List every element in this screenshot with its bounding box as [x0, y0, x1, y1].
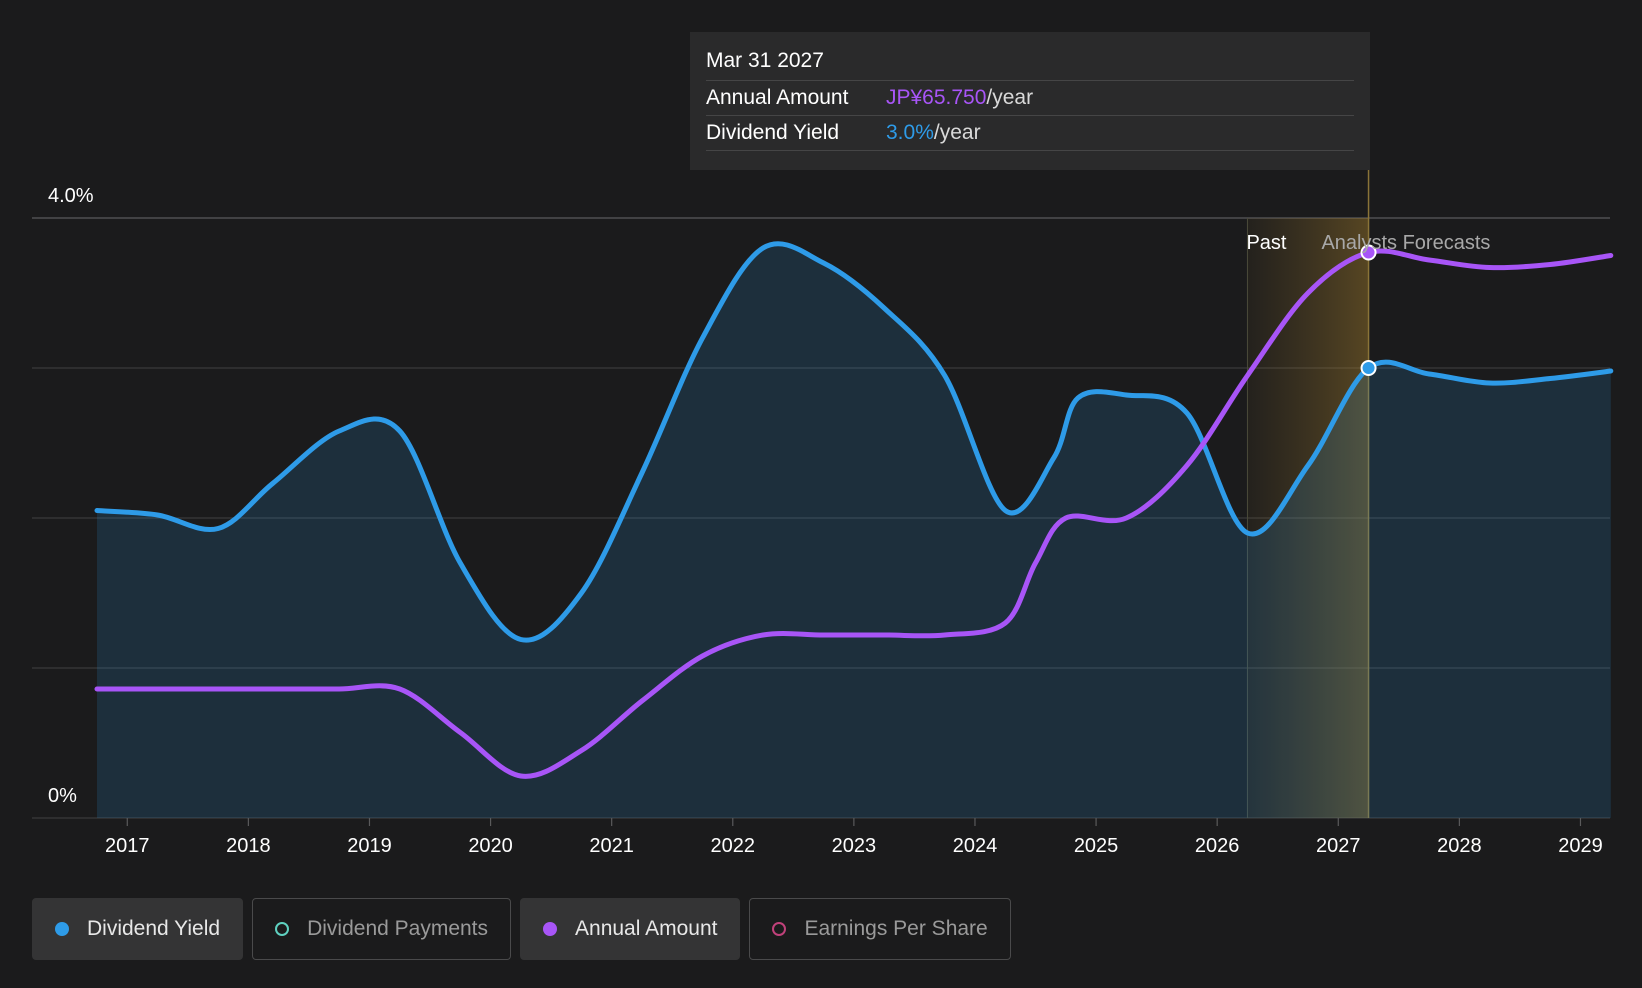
past-label: Past — [1246, 232, 1286, 254]
legend-ring-icon — [275, 922, 290, 936]
legend-earnings-per-share[interactable]: Earnings Per Share — [749, 898, 1011, 960]
legend-dividend-payments[interactable]: Dividend Payments — [252, 898, 512, 960]
xtick-label: 2022 — [711, 835, 756, 857]
legend-dot-icon — [55, 922, 69, 936]
legend-label: Dividend Payments — [307, 917, 489, 940]
tooltip-value: 3.0% — [886, 121, 934, 144]
tooltip-unit: /year — [986, 86, 1034, 109]
xtick-label: 2020 — [468, 835, 513, 857]
xtick-label: 2029 — [1558, 835, 1603, 857]
xtick-label: 2027 — [1316, 835, 1361, 857]
legend-label: Annual Amount — [575, 917, 718, 940]
xtick-label: 2017 — [105, 835, 150, 857]
xtick-label: 2021 — [589, 835, 634, 857]
chart-tooltip: Mar 31 2027 Annual Amount JP¥65.750 /yea… — [690, 32, 1370, 170]
xtick-label: 2023 — [832, 835, 877, 857]
legend-label: Dividend Yield — [87, 917, 221, 940]
xtick-label: 2018 — [226, 835, 271, 857]
tooltip-row-annual-amount: Annual Amount JP¥65.750 /year — [706, 81, 1354, 116]
xtick-label: 2026 — [1195, 835, 1240, 857]
dividend-yield-marker — [1360, 360, 1377, 376]
tooltip-label: Annual Amount — [706, 86, 849, 109]
xtick-label: 2028 — [1437, 835, 1482, 857]
area-layer — [97, 243, 1611, 818]
forecast-label: Analysts Forecasts — [1321, 232, 1490, 254]
ytick-label: 0% — [48, 785, 77, 807]
legend-ring-icon — [772, 922, 787, 936]
dividend-yield-area — [97, 243, 1611, 818]
legend-dot-icon — [543, 922, 558, 936]
xtick-label: 2019 — [347, 835, 392, 857]
legend-label: Earnings Per Share — [804, 917, 988, 940]
tooltip-label: Dividend Yield — [706, 121, 840, 144]
tooltip-value: JP¥65.750 — [886, 86, 987, 109]
xtick-label: 2025 — [1074, 835, 1119, 857]
ytick-label: 4.0% — [48, 185, 94, 207]
xtick-label: 2024 — [953, 835, 998, 857]
legend-dividend-yield[interactable]: Dividend Yield — [32, 898, 244, 960]
chart-legend: Dividend Yield Dividend Payments Annual … — [32, 898, 1011, 960]
tooltip-unit: /year — [933, 121, 981, 144]
legend-annual-amount[interactable]: Annual Amount — [520, 898, 741, 960]
tooltip-row-dividend-yield: Dividend Yield 3.0% /year — [706, 116, 1354, 151]
tooltip-date: Mar 31 2027 — [706, 46, 1354, 81]
